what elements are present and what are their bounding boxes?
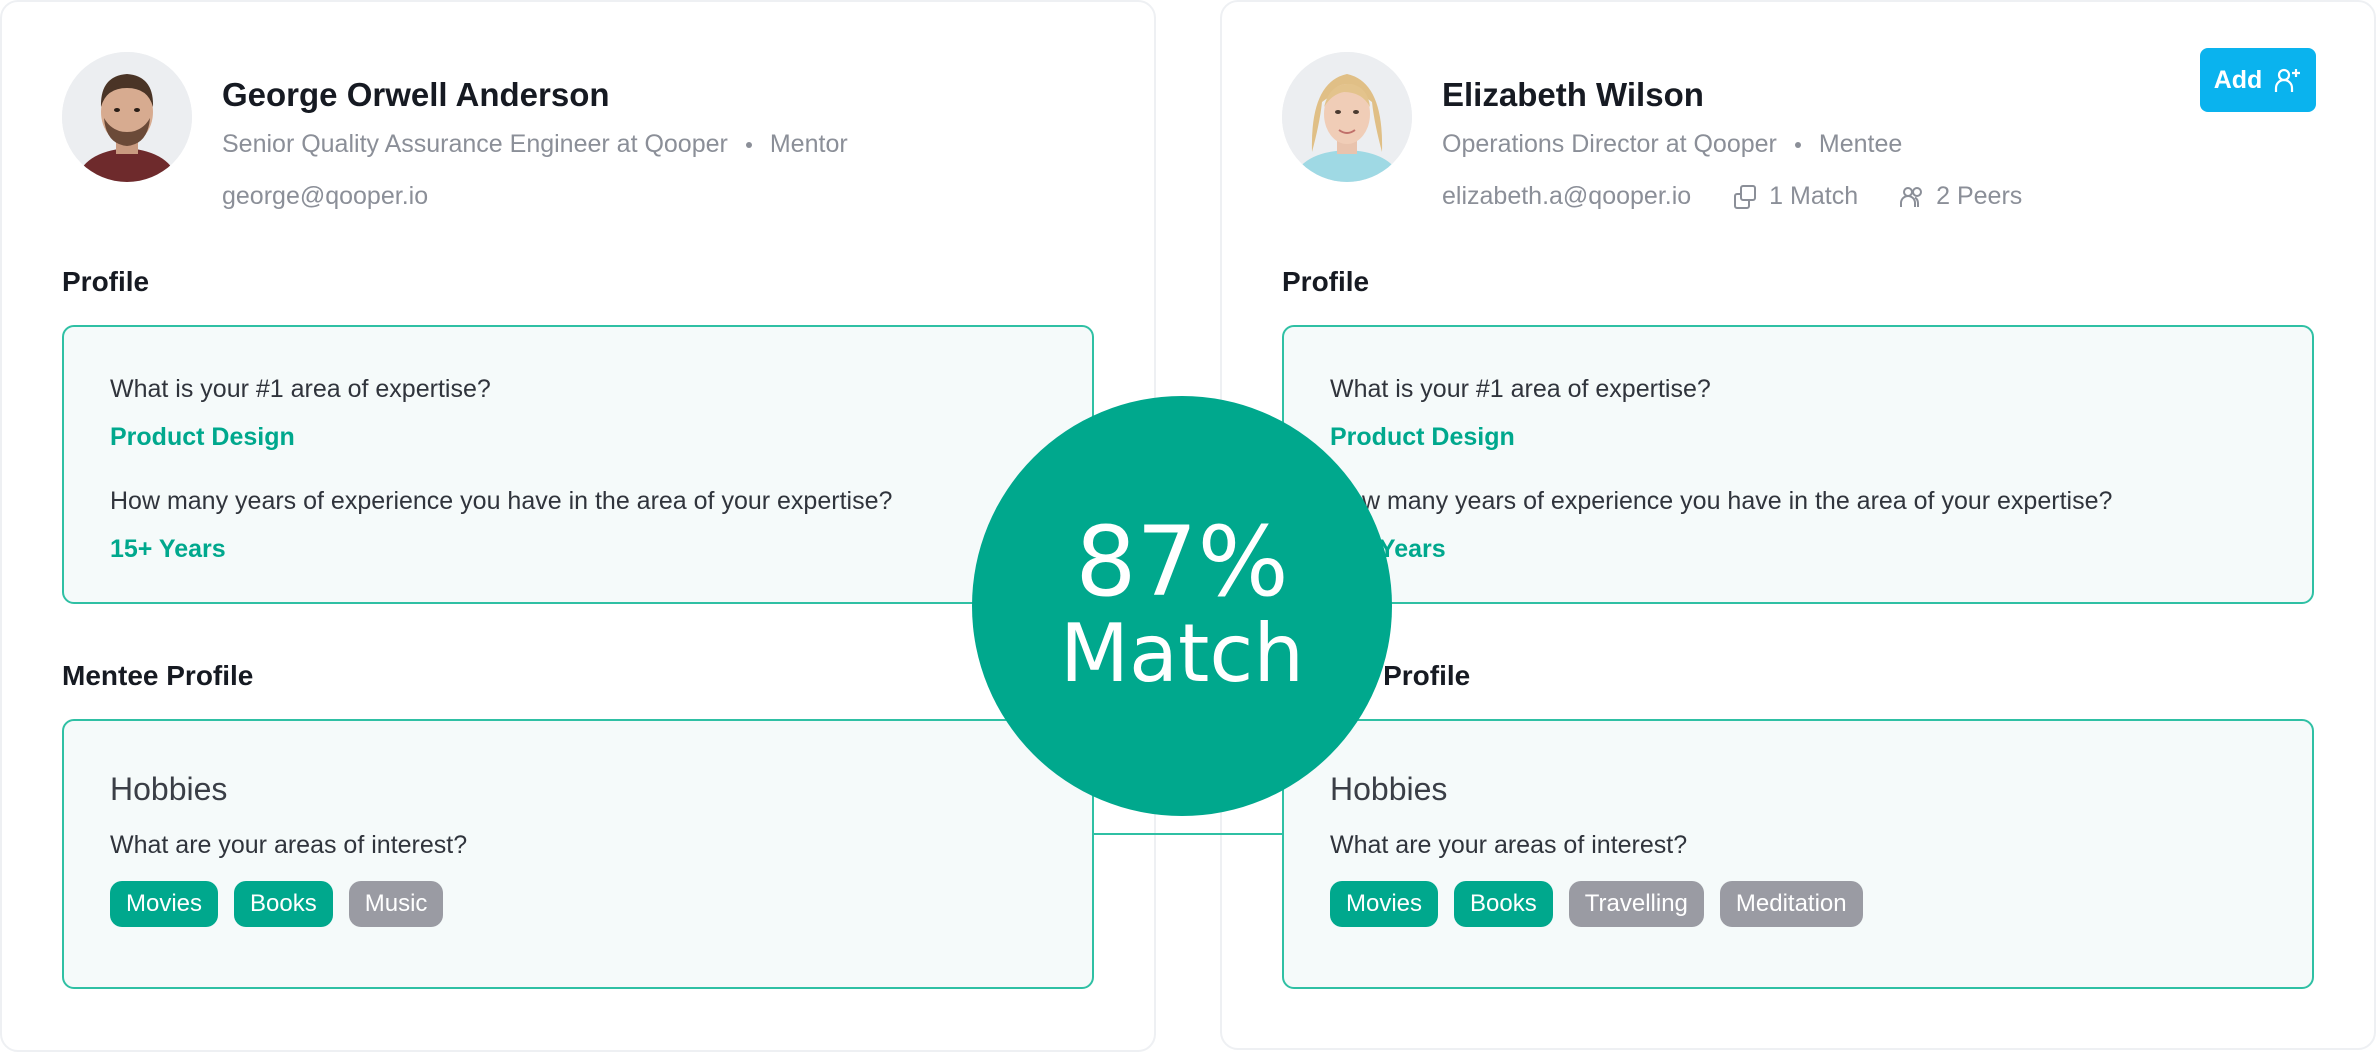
interest-chip: Music [348, 881, 444, 927]
mentee-avatar [1282, 52, 1412, 182]
mentor-card: George Orwell Anderson Senior Quality As… [0, 0, 1156, 1052]
mentee-role: Mentee [1818, 130, 1903, 158]
interest-chips: Movies Books Music [110, 881, 459, 927]
people-icon [1900, 186, 1923, 207]
interest-chips: Movies Books Travelling Meditation [1330, 881, 1879, 927]
interest-chip: Movies [110, 881, 219, 927]
interest-chip: Meditation [1719, 881, 1863, 927]
experience-question: How many years of experience you have in… [1330, 487, 2113, 515]
copy-squares-icon [1734, 184, 1757, 209]
mentor-avatar [62, 52, 192, 182]
expertise-question: What is your #1 area of expertise? [110, 375, 491, 403]
hobbies-title: Hobbies [110, 771, 228, 807]
mentor-job-title: Senior Quality Assurance Engineer at Qoo… [222, 130, 728, 158]
add-button[interactable]: Add [2200, 48, 2316, 112]
expertise-question: What is your #1 area of expertise? [1330, 375, 1711, 403]
mentor-subtitle: Senior Quality Assurance Engineer at Qoo… [222, 130, 848, 159]
mentor-profile-panel: What is your #1 area of expertise? Produ… [62, 325, 1094, 604]
interests-question: What are your areas of interest? [110, 831, 468, 859]
mentee-email[interactable]: elizabeth.a@qooper.io [1442, 182, 1691, 211]
add-button-label: Add [2213, 65, 2263, 94]
match-label: Match [1059, 607, 1305, 700]
experience-answer: 15+ Years [110, 535, 226, 563]
mentor-profile-heading: Profile [62, 266, 150, 297]
mentee-job-title: Operations Director at Qooper [1442, 130, 1777, 158]
match-percent: 87% [1075, 506, 1289, 618]
mentee-name: Elizabeth Wilson [1442, 76, 1704, 113]
add-user-icon [2275, 68, 2301, 92]
expertise-answer: Product Design [1330, 423, 1515, 451]
mentee-hobbies-panel: Hobbies What are your areas of interest?… [1282, 719, 2314, 989]
mentee-profile-heading: Profile [1282, 266, 1370, 297]
interest-chip: Books [234, 881, 333, 927]
interest-chip: Books [1454, 881, 1553, 927]
match-connector-line [1092, 833, 1282, 835]
mentee-profile-heading: Mentee Profile [62, 660, 254, 691]
mentee-meta: elizabeth.a@qooper.io 1 Match 2 Peers [1442, 182, 2022, 211]
separator-dot [745, 141, 752, 148]
match-score-badge: 87% Match [972, 396, 1392, 816]
interest-chip: Movies [1330, 881, 1439, 927]
mentor-hobbies-panel: Hobbies What are your areas of interest?… [62, 719, 1094, 989]
interest-chip: Travelling [1568, 881, 1704, 927]
matches-label: 1 Match [1769, 182, 1859, 210]
mentee-card: Elizabeth Wilson Operations Director at … [1220, 0, 2376, 1050]
mentor-meta: george@qooper.io [222, 182, 428, 211]
mentor-role: Mentor [769, 130, 848, 158]
matches-count[interactable]: 1 Match [1731, 182, 1858, 211]
peers-label: 2 Peers [1936, 182, 2023, 210]
interests-question: What are your areas of interest? [1330, 831, 1688, 859]
separator-dot [1794, 141, 1801, 148]
peers-count[interactable]: 2 Peers [1898, 182, 2022, 211]
expertise-answer: Product Design [110, 423, 295, 451]
experience-question: How many years of experience you have in… [110, 487, 893, 515]
mentor-email[interactable]: george@qooper.io [222, 182, 428, 211]
mentor-name: George Orwell Anderson [222, 76, 610, 113]
hobbies-title: Hobbies [1330, 771, 1448, 807]
mentee-profile-panel: What is your #1 area of expertise? Produ… [1282, 325, 2314, 604]
mentee-subtitle: Operations Director at Qooper Mentee [1442, 130, 1902, 159]
